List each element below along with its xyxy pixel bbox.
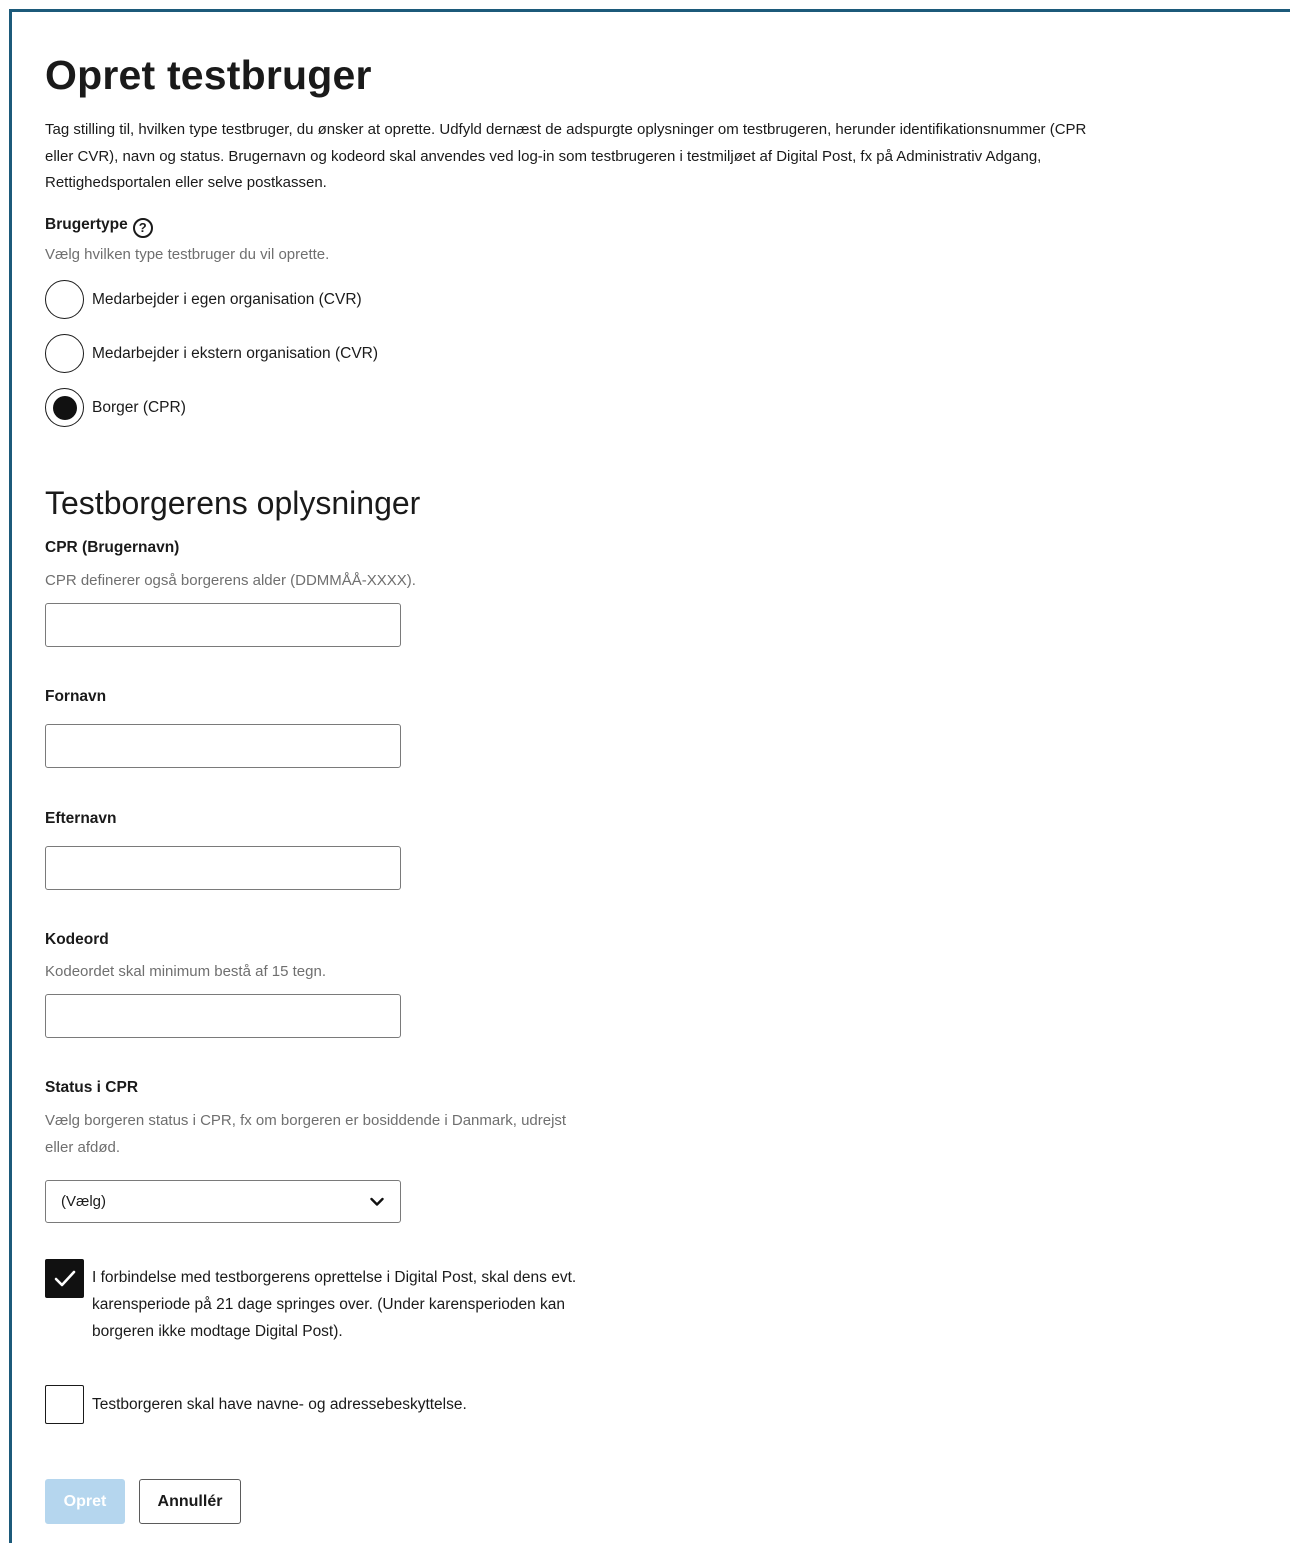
- user-type-label-text: Brugertype: [45, 216, 128, 233]
- radio-label: Borger (CPR): [92, 398, 186, 416]
- skip-grace-line: karensperiode på 21 dage springes over. …: [92, 1296, 566, 1313]
- checkmark-icon: [54, 1270, 75, 1286]
- intro-line: Rettighedsportalen eller selve postkasse…: [45, 174, 327, 191]
- radio-button[interactable]: [45, 280, 84, 319]
- radio-option-own-org[interactable]: Medarbejder i egen organisation (CVR): [45, 280, 362, 319]
- cpr-help: CPR definerer også borgerens alder (DDMM…: [45, 572, 416, 589]
- skip-grace-label: I forbindelse med testborgerens oprettel…: [92, 1264, 652, 1345]
- cpr-label: CPR (Brugernavn): [45, 539, 180, 556]
- skip-grace-checkbox-row[interactable]: I forbindelse med testborgerens oprettel…: [45, 1259, 652, 1345]
- status-label: Status i CPR: [45, 1079, 139, 1096]
- page-frame: Opret testbruger Tag stilling til, hvilk…: [9, 9, 1290, 1543]
- password-help: Kodeordet skal minimum bestå af 15 tegn.: [45, 963, 326, 980]
- radio-button-selected[interactable]: [45, 388, 84, 427]
- radio-option-external-org[interactable]: Medarbejder i ekstern organisation (CVR): [45, 334, 378, 373]
- user-type-label: Brugertype?: [45, 216, 153, 238]
- protection-checkbox[interactable]: [45, 1385, 84, 1424]
- page-title: Opret testbruger: [45, 52, 372, 98]
- last-name-label: Efternavn: [45, 810, 117, 827]
- intro-text: Tag stilling til, hvilken type testbruge…: [45, 117, 1290, 197]
- status-help-line: Vælg borgeren status i CPR, fx om borger…: [45, 1112, 567, 1129]
- radio-label: Medarbejder i egen organisation (CVR): [92, 290, 362, 308]
- status-select[interactable]: (Vælg): [45, 1180, 401, 1223]
- protection-checkbox-row[interactable]: Testborgeren skal have navne- og adresse…: [45, 1385, 652, 1424]
- skip-grace-line: borgeren ikke modtage Digital Post).: [92, 1323, 343, 1340]
- last-name-input[interactable]: [45, 846, 401, 890]
- first-name-label: Fornavn: [45, 688, 107, 705]
- radio-button[interactable]: [45, 334, 84, 373]
- skip-grace-line: I forbindelse med testborgerens oprettel…: [92, 1269, 577, 1286]
- status-select-value: (Vælg): [61, 1193, 107, 1210]
- skip-grace-checkbox[interactable]: [45, 1259, 84, 1298]
- chevron-down-icon: [370, 1197, 384, 1206]
- radio-selected-dot: [52, 395, 77, 420]
- intro-line: eller CVR), navn og status. Brugernavn o…: [45, 147, 1042, 165]
- radio-label: Medarbejder i ekstern organisation (CVR): [92, 344, 379, 362]
- protection-label: Testborgeren skal have navne- og adresse…: [92, 1396, 467, 1413]
- password-input[interactable]: [45, 994, 401, 1038]
- status-help: Vælg borgeren status i CPR, fx om borger…: [45, 1107, 566, 1161]
- first-name-input[interactable]: [45, 724, 401, 768]
- password-label: Kodeord: [45, 931, 109, 948]
- section-title: Testborgerens oplysninger: [45, 485, 421, 521]
- radio-option-citizen[interactable]: Borger (CPR): [45, 388, 186, 427]
- status-help-line: eller afdød.: [45, 1139, 121, 1156]
- cancel-button[interactable]: Annullér: [139, 1479, 241, 1524]
- help-icon[interactable]: ?: [132, 217, 153, 238]
- user-type-help: Vælg hvilken type testbruger du vil opre…: [45, 246, 330, 263]
- cpr-input[interactable]: [45, 603, 401, 647]
- create-button[interactable]: Opret: [45, 1479, 125, 1524]
- intro-line: Tag stilling til, hvilken type testbruge…: [45, 121, 1087, 138]
